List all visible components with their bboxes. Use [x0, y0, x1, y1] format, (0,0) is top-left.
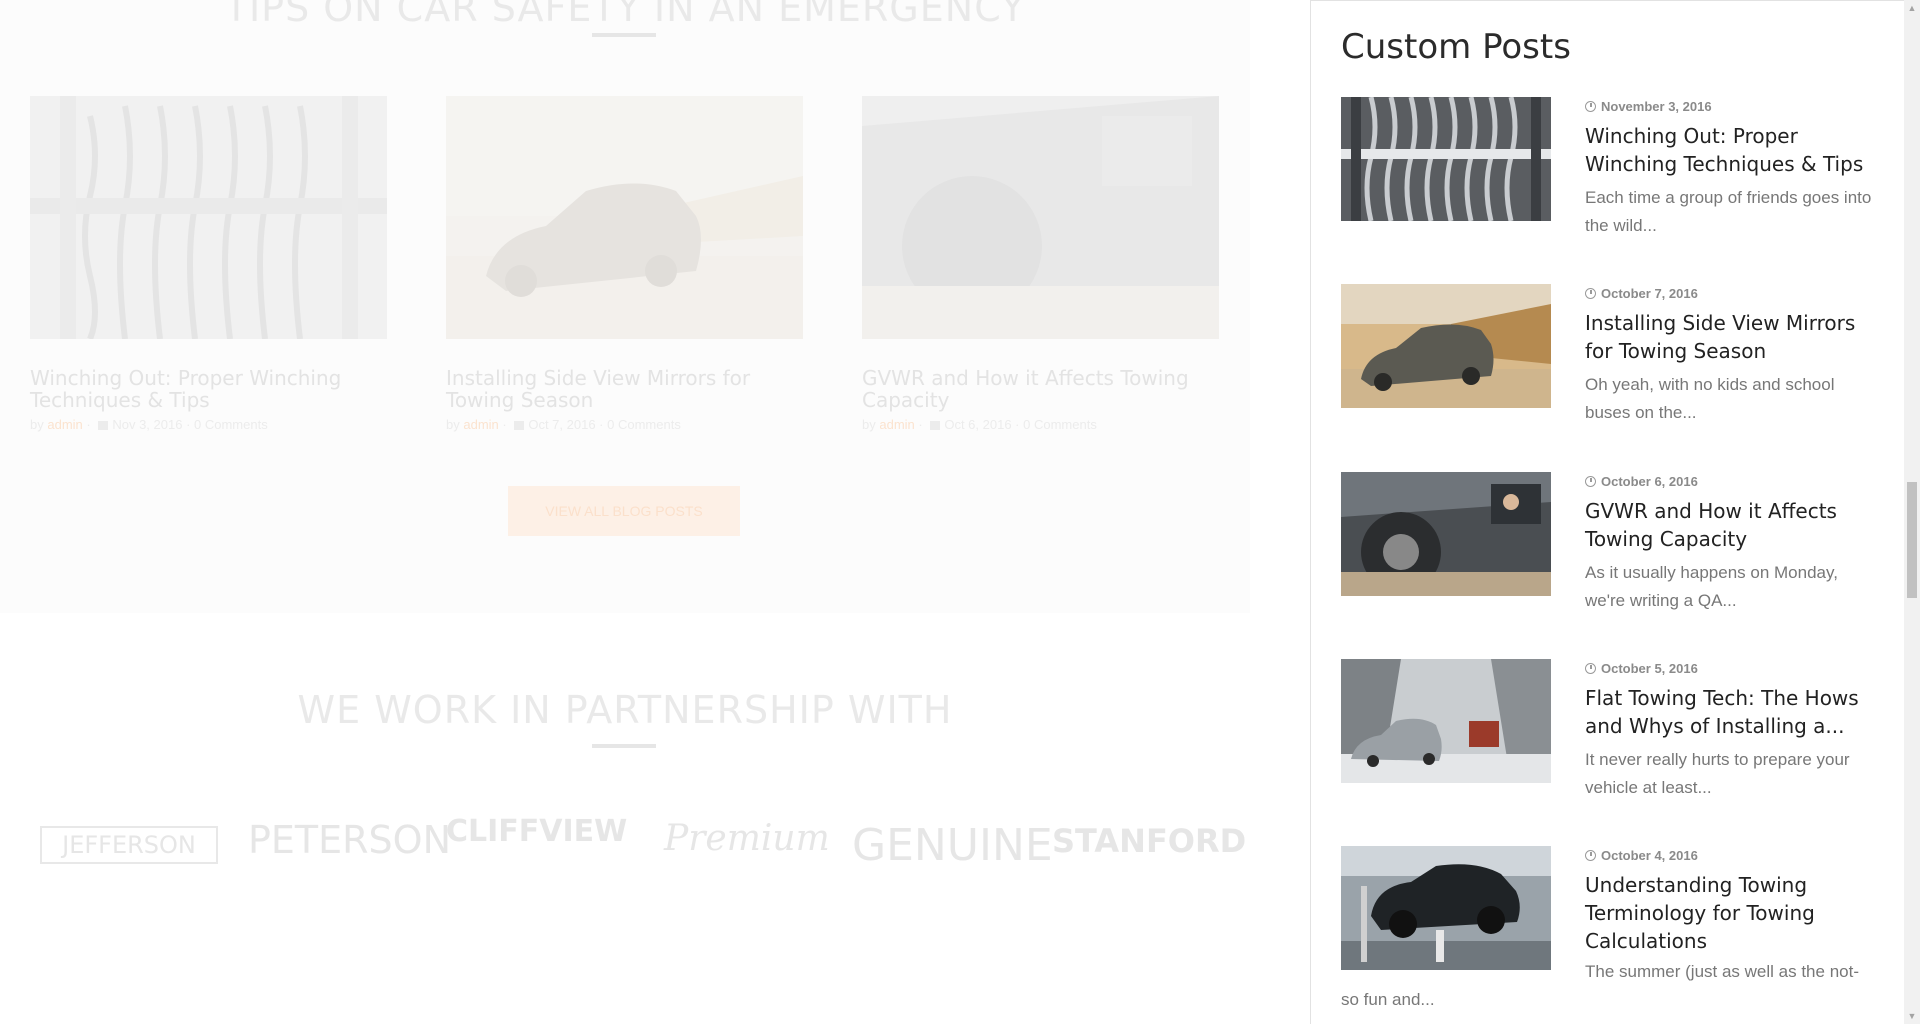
post-excerpt: Oh yeah, with no kids and school buses o…	[1585, 375, 1835, 422]
post-title-link[interactable]: GVWR and How it Affects Towing Capacity	[1585, 497, 1875, 553]
post-date: October 7, 2016	[1585, 285, 1875, 303]
partners-section-title: WE WORK IN PARTNERSHIP WITH	[297, 688, 953, 732]
post-body: October 5, 2016 Flat Towing Tech: The Ho…	[1585, 659, 1875, 802]
partner-logo-stanford[interactable]: STANFORD	[1052, 822, 1246, 860]
post-date: Nov 3, 2016	[112, 417, 183, 432]
blog-post-title[interactable]: GVWR and How it Affects Towing Capacity	[862, 367, 1219, 411]
post-date: Oct 7, 2016	[528, 417, 596, 432]
sidebar-title: Custom Posts	[1341, 27, 1571, 67]
post-excerpt: Each time a group of friends goes into t…	[1585, 188, 1872, 235]
post-title-link[interactable]: Flat Towing Tech: The Hows and Whys of I…	[1585, 684, 1875, 740]
blog-post-meta: by admin · Oct 6, 2016 · 0 Comments	[862, 417, 1097, 432]
post-date-text: October 5, 2016	[1601, 661, 1698, 676]
clock-icon	[1585, 101, 1596, 112]
post-thumbnail[interactable]	[1341, 472, 1551, 596]
scroll-up-icon[interactable]: ▲	[1904, 0, 1920, 16]
post-date-text: November 3, 2016	[1601, 99, 1712, 114]
blog-card[interactable]: Winching Out: Proper Winching Techniques…	[30, 96, 387, 432]
blog-thumbnail[interactable]	[862, 96, 1219, 339]
blog-post-title[interactable]: Installing Side View Mirrors for Towing …	[446, 367, 803, 411]
page-scrollbar[interactable]: ▲ ▼	[1904, 0, 1920, 1024]
calendar-icon	[930, 421, 941, 430]
clock-icon	[1585, 850, 1596, 861]
post-body: November 3, 2016 Winching Out: Proper Wi…	[1585, 97, 1875, 240]
blog-card[interactable]: GVWR and How it Affects Towing Capacity …	[862, 96, 1219, 432]
post-title-link[interactable]: Understanding Towing Terminology for Tow…	[1585, 871, 1875, 955]
post-title-link[interactable]: Winching Out: Proper Winching Techniques…	[1585, 122, 1875, 178]
blog-post-title[interactable]: Winching Out: Proper Winching Techniques…	[30, 367, 387, 411]
blog-post-meta: by admin · Nov 3, 2016 · 0 Comments	[30, 417, 268, 432]
comments-link[interactable]: 0 Comments	[194, 417, 268, 432]
post-thumbnail[interactable]	[1341, 659, 1551, 783]
by-label: by	[862, 417, 876, 432]
custom-posts-sidebar: Custom Posts November 3, 2016 Winching O…	[1310, 0, 1904, 1024]
post-excerpt: The summer (just as well as the not-so f…	[1341, 962, 1859, 1009]
post-date: November 3, 2016	[1585, 98, 1875, 116]
title-divider	[592, 744, 656, 748]
post-body: October 4, 2016 Understanding Towing Ter…	[1585, 846, 1875, 955]
post-title-link[interactable]: Installing Side View Mirrors for Towing …	[1585, 309, 1875, 365]
post-date-text: October 7, 2016	[1601, 286, 1698, 301]
title-divider	[592, 33, 656, 37]
author-link[interactable]: admin	[879, 417, 914, 432]
calendar-icon	[514, 421, 525, 430]
post-date: October 5, 2016	[1585, 660, 1875, 678]
comments-link[interactable]: 0 Comments	[607, 417, 681, 432]
blog-card[interactable]: Installing Side View Mirrors for Towing …	[446, 96, 803, 432]
partner-logo-genuine[interactable]: GENUINE	[852, 820, 1053, 871]
view-all-posts-button[interactable]: VIEW ALL BLOG POSTS	[508, 486, 740, 536]
comments-link[interactable]: 0 Comments	[1023, 417, 1097, 432]
background-page: TIPS ON CAR SAFETY IN AN EMERGENCY Winch…	[0, 0, 1310, 1024]
post-thumbnail[interactable]	[1341, 97, 1551, 221]
post-date: October 4, 2016	[1585, 847, 1875, 865]
post-body: October 6, 2016 GVWR and How it Affects …	[1585, 472, 1875, 615]
blog-section: TIPS ON CAR SAFETY IN AN EMERGENCY Winch…	[0, 0, 1250, 613]
post-body: October 7, 2016 Installing Side View Mir…	[1585, 284, 1875, 427]
author-link[interactable]: admin	[47, 417, 82, 432]
blog-post-meta: by admin · Oct 7, 2016 · 0 Comments	[446, 417, 681, 432]
clock-icon	[1585, 288, 1596, 299]
post-thumbnail[interactable]	[1341, 846, 1551, 970]
post-thumbnail[interactable]	[1341, 284, 1551, 408]
post-date-text: October 6, 2016	[1601, 474, 1698, 489]
by-label: by	[446, 417, 460, 432]
post-excerpt: It never really hurts to prepare your ve…	[1585, 750, 1850, 797]
author-link[interactable]: admin	[463, 417, 498, 432]
partner-logo-cliffview[interactable]: CLIFFVIEW	[446, 814, 627, 849]
clock-icon	[1585, 476, 1596, 487]
scrollbar-thumb[interactable]	[1907, 482, 1917, 598]
partner-logo-premium[interactable]: Premium	[664, 818, 830, 859]
post-excerpt: As it usually happens on Monday, we're w…	[1585, 563, 1838, 610]
post-date: Oct 6, 2016	[944, 417, 1012, 432]
blog-thumbnail[interactable]	[30, 96, 387, 339]
blog-thumbnail[interactable]	[446, 96, 803, 339]
blog-section-title: TIPS ON CAR SAFETY IN AN EMERGENCY	[224, 0, 1026, 30]
clock-icon	[1585, 663, 1596, 674]
post-date: October 6, 2016	[1585, 473, 1875, 491]
by-label: by	[30, 417, 44, 432]
post-date-text: October 4, 2016	[1601, 848, 1698, 863]
scroll-down-icon[interactable]: ▼	[1904, 1008, 1920, 1024]
partner-logo-peterson[interactable]: PETERSON	[248, 818, 451, 862]
calendar-icon	[98, 421, 109, 430]
partner-logo-jefferson[interactable]: JEFFERSON	[40, 826, 218, 864]
